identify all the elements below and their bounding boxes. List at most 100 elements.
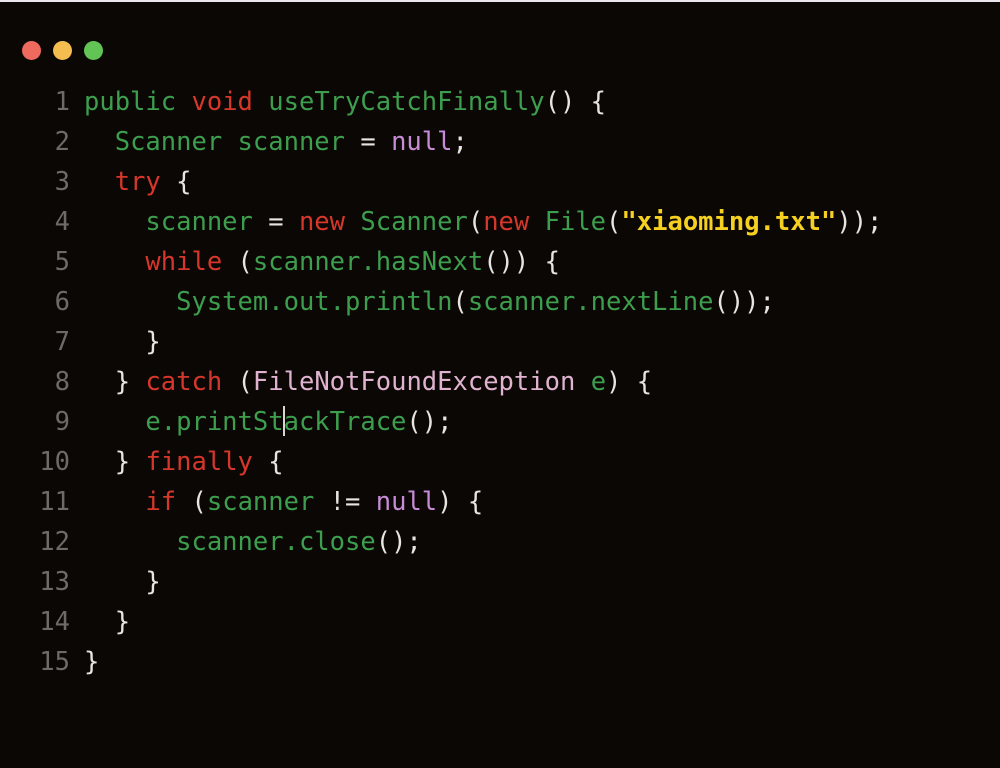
code-token-kw: try xyxy=(114,167,161,197)
code-token-ident: e xyxy=(590,367,607,397)
code-token-string: "xiaoming.txt" xyxy=(621,207,837,237)
code-token-punct: ( xyxy=(467,207,484,237)
line-number: 4 xyxy=(54,207,70,237)
line-content[interactable]: } xyxy=(70,562,1000,602)
code-token-punct: { xyxy=(252,447,284,477)
code-token-kw: new xyxy=(298,207,346,237)
code-line[interactable]: 3 try { xyxy=(0,162,1000,202)
line-content[interactable]: public void useTryCatchFinally() { xyxy=(70,82,1000,122)
line-content[interactable]: } xyxy=(70,602,1000,642)
code-line[interactable]: 7 } xyxy=(0,322,1000,362)
line-number: 7 xyxy=(54,327,70,357)
code-token-kw: finally xyxy=(145,447,253,477)
code-token-ident: public xyxy=(84,87,177,117)
code-token-ident: useTryCatchFinally xyxy=(268,87,545,117)
code-token-punct: )); xyxy=(836,207,883,237)
code-token-type: FileNotFoundException xyxy=(252,367,576,397)
code-token-punct: ( xyxy=(222,367,253,397)
code-editor-window: 1 public void useTryCatchFinally() {2 Sca… xyxy=(0,0,1000,768)
code-token-punct: ( xyxy=(606,207,622,237)
code-token-punct: ) { xyxy=(437,487,484,517)
code-token-ident: scanner xyxy=(252,247,361,277)
line-content[interactable]: if (scanner != null) { xyxy=(70,482,1000,522)
code-token-ident: System.out.println xyxy=(176,287,453,317)
line-content[interactable]: Scanner scanner = null; xyxy=(70,122,1000,162)
line-number: 2 xyxy=(54,127,70,157)
code-token-punct: ()); xyxy=(713,287,775,317)
code-content-area[interactable]: 1 public void useTryCatchFinally() {2 Sca… xyxy=(0,68,1000,682)
code-line[interactable]: 1 public void useTryCatchFinally() { xyxy=(0,82,1000,122)
line-number: 3 xyxy=(54,167,70,197)
code-token-ident: hasNext xyxy=(375,247,484,277)
code-token-kw: catch xyxy=(145,367,223,397)
code-token-punct: () { xyxy=(544,87,607,117)
window-title-bar xyxy=(0,2,1000,68)
code-token-punct: ( xyxy=(452,287,468,317)
line-content[interactable]: } catch (FileNotFoundException e) { xyxy=(70,362,1000,402)
code-line[interactable]: 10 } finally { xyxy=(0,442,1000,482)
code-token-punct: (); xyxy=(375,527,422,557)
code-line[interactable]: 4 scanner = new Scanner(new File("xiaomi… xyxy=(0,202,1000,242)
code-line[interactable]: 6 System.out.println(scanner.nextLine())… xyxy=(0,282,1000,322)
minimize-window-button[interactable] xyxy=(53,40,72,60)
line-content[interactable]: } finally { xyxy=(70,442,1000,482)
line-content[interactable]: e.printStackTrace(); xyxy=(70,402,1000,442)
code-token-kw: new xyxy=(483,207,530,237)
code-token-kw: void xyxy=(191,87,253,117)
code-token-punct: { xyxy=(160,167,192,197)
code-token-punct: } xyxy=(145,327,161,357)
code-token-punct: } xyxy=(114,607,131,637)
code-line[interactable]: 13 } xyxy=(0,562,1000,602)
code-token-const: null xyxy=(391,127,453,157)
code-line[interactable]: 11 if (scanner != null) { xyxy=(0,482,1000,522)
code-token-const: null xyxy=(375,487,438,517)
line-content[interactable]: scanner = new Scanner(new File("xiaoming… xyxy=(70,202,1000,242)
line-content[interactable]: while (scanner.hasNext()) { xyxy=(70,242,1000,282)
line-content[interactable]: System.out.println(scanner.nextLine()); xyxy=(70,282,1000,322)
code-token-punct: ; xyxy=(452,127,468,157)
code-token-ident: scanner xyxy=(206,487,315,517)
code-line[interactable]: 15} xyxy=(0,642,1000,682)
code-token-punct: ( xyxy=(222,247,253,277)
line-content[interactable]: try { xyxy=(70,162,1000,202)
code-line[interactable]: 12 scanner.close(); xyxy=(0,522,1000,562)
line-content[interactable]: scanner.close(); xyxy=(70,522,1000,562)
line-number: 15 xyxy=(39,647,70,677)
code-token-punct: = xyxy=(345,127,392,157)
code-token-punct: ()) { xyxy=(483,247,560,277)
close-window-button[interactable] xyxy=(22,40,41,60)
line-number: 6 xyxy=(54,287,70,317)
code-line[interactable]: 14 } xyxy=(0,602,1000,642)
code-line[interactable]: 9 e.printStackTrace(); xyxy=(0,402,1000,442)
line-content[interactable]: } xyxy=(70,322,1000,362)
code-token-ident: . xyxy=(360,247,376,277)
code-token-punct: = xyxy=(252,207,299,237)
code-token-punct: } xyxy=(84,647,100,677)
code-line[interactable]: 8 } catch (FileNotFoundException e) { xyxy=(0,362,1000,402)
maximize-window-button[interactable] xyxy=(84,40,103,60)
code-token-punct: } xyxy=(145,567,161,597)
line-content[interactable]: } xyxy=(70,642,1000,682)
line-number: 11 xyxy=(39,487,70,517)
code-line[interactable]: 5 while (scanner.hasNext()) { xyxy=(0,242,1000,282)
line-number: 5 xyxy=(54,247,70,277)
line-number: 14 xyxy=(39,607,70,637)
line-number: 10 xyxy=(39,447,70,477)
code-token-ident: Scanner xyxy=(360,207,468,237)
code-token-ident: scanner.close xyxy=(176,527,376,557)
code-line[interactable]: 2 Scanner scanner = null; xyxy=(0,122,1000,162)
code-token-ident: File xyxy=(544,207,607,237)
code-token-punct: ) { xyxy=(606,367,653,397)
